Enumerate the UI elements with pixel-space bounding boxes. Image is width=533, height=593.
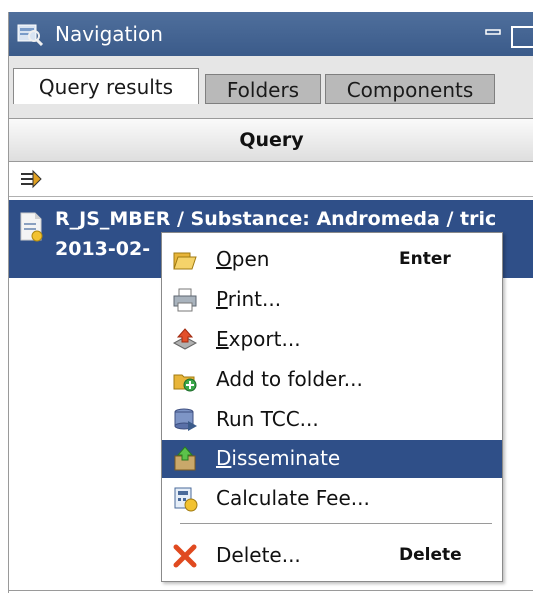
calculate-fee-icon xyxy=(172,486,198,512)
query-column-header[interactable]: Query xyxy=(9,119,533,162)
menu-separator xyxy=(180,523,492,524)
document-icon xyxy=(19,212,45,242)
tab-label: Query results xyxy=(38,75,174,99)
menu-item-label: Open xyxy=(216,247,270,271)
menu-item-open[interactable]: Open Enter xyxy=(162,241,502,279)
menu-item-label: Calculate Fee... xyxy=(216,486,370,510)
menu-item-label: Delete... xyxy=(216,543,301,567)
export-icon xyxy=(172,327,198,353)
panel-bottom-border xyxy=(9,590,533,591)
window-edge xyxy=(0,0,8,593)
menu-item-export[interactable]: Export... xyxy=(162,321,502,359)
menu-item-delete[interactable]: Delete... Delete xyxy=(162,537,502,575)
navigation-icon xyxy=(17,22,44,47)
menu-item-disseminate[interactable]: Disseminate xyxy=(162,440,502,478)
disseminate-icon xyxy=(172,446,198,472)
menu-item-label: Add to folder... xyxy=(216,367,363,391)
tab-components[interactable]: Components xyxy=(325,74,495,104)
context-menu: Open Enter Print... Export... Add to fol… xyxy=(161,232,503,582)
row-title: R_JS_MBER / Substance: Andromeda / tric xyxy=(55,208,497,230)
panel-title: Navigation xyxy=(55,22,163,46)
tab-bar: Query results Folders Components xyxy=(9,56,533,119)
menu-item-label: Export... xyxy=(216,327,301,351)
menu-item-calculate-fee[interactable]: Calculate Fee... xyxy=(162,480,502,518)
tab-query-results[interactable]: Query results xyxy=(13,68,199,104)
menu-item-run-tcc[interactable]: Run TCC... xyxy=(162,401,502,439)
tab-label: Components xyxy=(346,78,474,102)
run-tcc-icon xyxy=(172,407,198,433)
open-folder-icon xyxy=(172,247,198,273)
menu-shortcut: Enter xyxy=(399,249,451,269)
filter-bar xyxy=(9,162,533,197)
filter-icon[interactable] xyxy=(19,169,43,189)
menu-item-label: Run TCC... xyxy=(216,407,319,431)
minimize-icon[interactable] xyxy=(485,20,501,35)
delete-icon xyxy=(172,543,198,569)
maximize-icon[interactable] xyxy=(511,26,533,48)
add-to-folder-icon xyxy=(172,367,198,393)
row-date: 2013-02- xyxy=(55,238,151,260)
menu-item-label: Disseminate xyxy=(216,446,341,470)
print-icon xyxy=(172,287,198,313)
tab-folders[interactable]: Folders xyxy=(205,74,321,104)
menu-item-label: Print... xyxy=(216,287,282,311)
menu-shortcut: Delete xyxy=(399,545,462,565)
tab-label: Folders xyxy=(226,78,300,102)
menu-item-print[interactable]: Print... xyxy=(162,281,502,319)
panel-titlebar: Navigation xyxy=(9,12,533,56)
menu-item-add-to-folder[interactable]: Add to folder... xyxy=(162,361,502,399)
